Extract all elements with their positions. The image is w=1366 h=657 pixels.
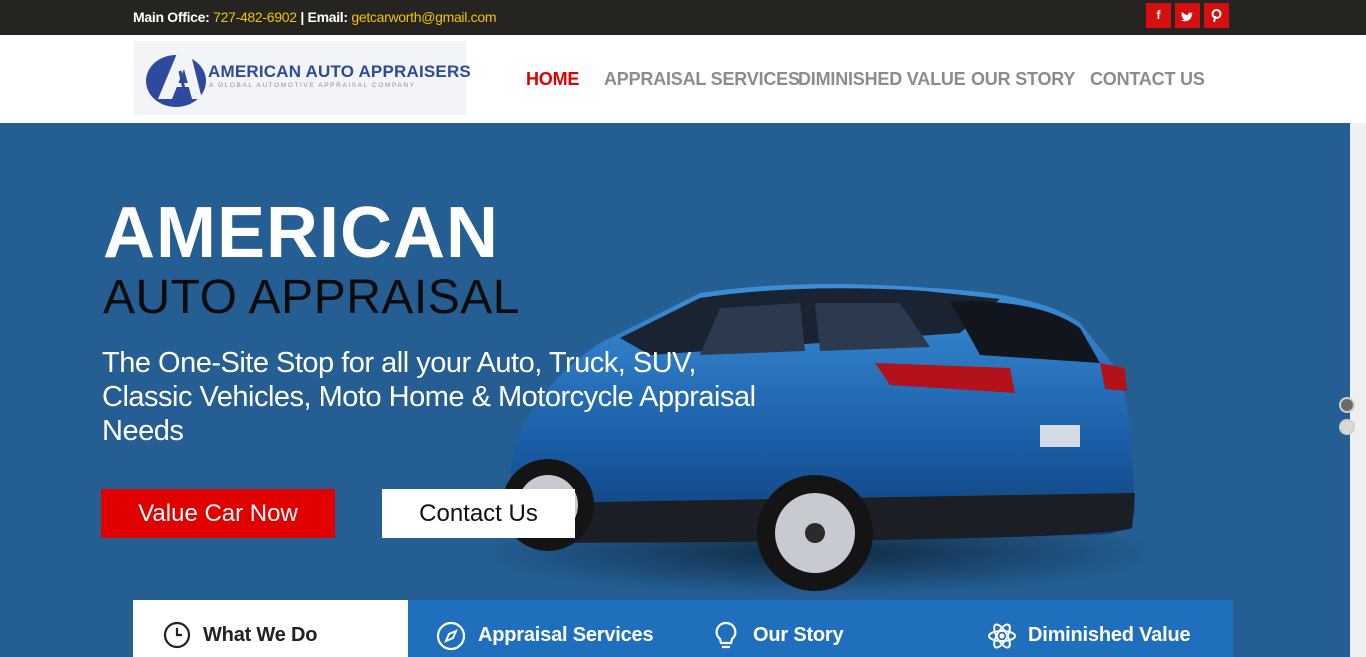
value-car-now-button[interactable]: Value Car Now <box>101 489 335 538</box>
separator: | <box>300 9 304 25</box>
nav-home[interactable]: HOME <box>526 69 579 90</box>
hero-heading-primary: AMERICAN <box>103 193 499 273</box>
email-label: Email: <box>307 9 349 25</box>
clock-icon <box>163 621 191 649</box>
tab-appraisal-services[interactable]: Appraisal Services <box>478 624 654 647</box>
scrollbar-track[interactable] <box>1350 123 1366 657</box>
facebook-glyph: f <box>1156 8 1161 22</box>
nav-contact-us[interactable]: CONTACT US <box>1090 69 1205 90</box>
twitter-icon[interactable] <box>1175 3 1200 28</box>
logo-subtitle: A GLOBAL AUTOMOTIVE APPRAISAL COMPANY <box>209 82 416 89</box>
tab-our-story[interactable]: Our Story <box>753 624 844 647</box>
pinterest-glyph <box>1211 9 1222 23</box>
compass-icon[interactable] <box>435 620 467 652</box>
slider-dot-active[interactable] <box>1339 397 1355 413</box>
top-contact-info: Main Office: 727-482-6902 | Email: getca… <box>133 9 497 25</box>
tab-diminished-value[interactable]: Diminished Value <box>1028 624 1191 647</box>
facebook-icon[interactable]: f <box>1146 3 1171 28</box>
twitter-glyph <box>1181 11 1193 22</box>
office-label: Main Office: <box>133 9 210 25</box>
pinterest-icon[interactable] <box>1204 3 1229 28</box>
email-link[interactable]: getcarworth@gmail.com <box>351 9 496 25</box>
slider-dot[interactable] <box>1339 419 1355 435</box>
phone-link[interactable]: 727-482-6902 <box>213 9 297 25</box>
hero-heading-secondary: AUTO APPRAISAL <box>103 271 520 324</box>
nav-diminished-value[interactable]: DIMINISHED VALUE <box>798 69 966 90</box>
tab-label-what-we-do: What We Do <box>203 624 318 646</box>
logo-title: AMERICAN AUTO APPRAISERS <box>208 62 471 81</box>
nav-our-story[interactable]: OUR STORY <box>971 69 1075 90</box>
contact-us-button[interactable]: Contact Us <box>382 489 575 538</box>
lightbulb-icon[interactable] <box>712 620 740 652</box>
atom-icon[interactable] <box>986 620 1018 652</box>
hero-tagline: The One-Site Stop for all your Auto, Tru… <box>102 347 756 447</box>
nav-appraisal-services[interactable]: APPRAISAL SERVICES <box>604 69 800 90</box>
